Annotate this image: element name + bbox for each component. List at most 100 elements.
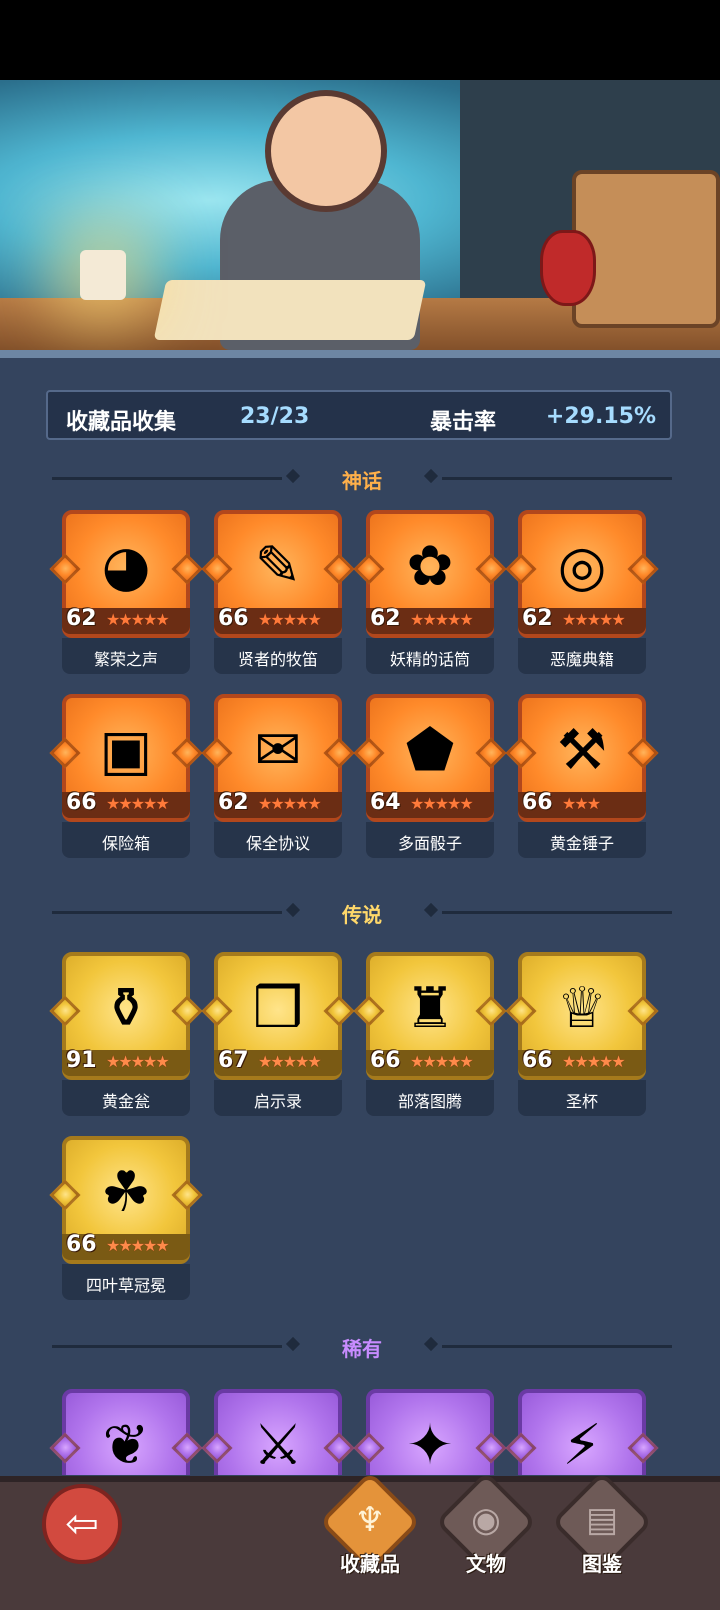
tab-codex[interactable]: ▤ 图鉴 [551,1471,653,1596]
tab-artifacts[interactable]: ◉ 文物 [435,1471,537,1596]
item-level: 62 [218,790,249,815]
demon-book-icon: ◎ [557,533,607,599]
tab-label: 收藏品 [340,1552,400,1576]
item-name: 多面骰子 [397,834,462,853]
item-stars: ★★★★★ [106,610,170,629]
open-book-icon: ❒ [252,975,304,1041]
harp-icon: ♆ [354,1500,386,1540]
item-level: 64 [370,790,401,815]
item-level: 62 [522,606,553,631]
item-stars: ★★★★★ [106,1052,170,1071]
treasure-chest-icon: ▣ [99,717,153,783]
banner-map [153,280,427,340]
vine-icon: ❦ [102,1412,150,1476]
item-level: 66 [66,790,97,815]
banner-frame [0,350,720,358]
bottom-nav: ⇦ ♆ 收藏品 ◉ 文物 ▤ 图鉴 [0,1471,720,1610]
item-stars: ★★★★★ [410,610,474,629]
item-name: 保全协议 [245,834,310,853]
item-level: 62 [370,606,401,631]
item-level: 66 [522,790,553,815]
collectible-item[interactable]: ◎ 62 ★★★★★ 恶魔典籍 [518,510,646,680]
collectible-item[interactable]: ◕ 62 ★★★★★ 繁荣之声 [62,510,190,680]
item-level: 66 [66,1232,97,1257]
section-divider-mythic: 神话 [52,463,672,493]
item-level: 66 [218,606,249,631]
crit-rate-value: +29.15% [545,404,656,429]
item-name: 恶魔典籍 [549,650,614,669]
item-stars: ★★★★★ [106,794,170,813]
song-orb-icon: ◕ [101,533,151,599]
item-level: 67 [218,1048,249,1073]
collectible-item[interactable]: ⚔ [214,1389,342,1475]
collectible-item[interactable]: ⚡ [518,1389,646,1475]
fire-feather-icon: ✦ [406,1412,454,1476]
eye-icon: ◉ [471,1500,501,1540]
item-name: 启示录 [253,1092,302,1111]
item-stars: ★★★★★ [410,1052,474,1071]
fairy-microphone-icon: ✿ [406,533,454,599]
potion-icon [540,230,596,306]
item-name: 贤者的牧笛 [237,650,318,669]
collectible-item[interactable]: ⚒ 66 ★★★ 黄金锤子 [518,694,646,864]
shopkeeper-banner [0,80,720,358]
flute-icon: ✎ [254,533,302,599]
collectible-item[interactable]: ♕ 66 ★★★★★ 圣杯 [518,952,646,1122]
divider-line [442,477,672,480]
item-level: 66 [370,1048,401,1073]
collectible-item[interactable]: ♜ 66 ★★★★★ 部落图腾 [366,952,494,1122]
collection-count: 23/23 [240,404,310,429]
item-stars: ★★★★★ [258,794,322,813]
collection-summary: 收藏品收集 23/23 暴击率 +29.15% [46,390,672,440]
candle-icon [80,250,126,300]
book-icon: ▤ [585,1500,619,1540]
item-name: 四叶草冠冕 [85,1276,166,1295]
item-level: 91 [66,1048,97,1073]
gold-urn-icon: ⚱ [102,975,150,1041]
section-divider-rare: 稀有 [52,1331,672,1361]
item-stars: ★★★★★ [258,610,322,629]
dice-icon: ⬟ [405,717,455,783]
item-stars: ★★★★★ [258,1052,322,1071]
item-name: 繁荣之声 [93,650,158,669]
lightning-card-icon: ⚡ [562,1412,602,1476]
ice-sword-icon: ⚔ [252,1412,304,1476]
item-name: 黄金锤子 [549,834,614,853]
collection-label: 收藏品收集 [66,410,177,435]
item-stars: ★★★★★ [410,794,474,813]
totem-icon: ♜ [404,975,456,1041]
divider-line [442,1345,672,1348]
item-stars: ★★★★★ [562,610,626,629]
item-name: 部落图腾 [397,1092,462,1111]
rare-grid: ❦ ⚔ ✦ ⚡ [0,1385,720,1475]
collectible-item[interactable]: ▣ 66 ★★★★★ 保险箱 [62,694,190,864]
collectible-item[interactable]: ⬟ 64 ★★★★★ 多面骰子 [366,694,494,864]
divider-line [442,911,672,914]
item-level: 66 [522,1048,553,1073]
collectible-item[interactable]: ⚱ 91 ★★★★★ 黄金瓮 [62,952,190,1122]
collectible-item[interactable]: ✉ 62 ★★★★★ 保全协议 [214,694,342,864]
status-bar [0,0,720,80]
collectible-item[interactable]: ❦ [62,1389,190,1475]
scroll-contract-icon: ✉ [254,717,302,783]
section-divider-legend: 传说 [52,897,672,927]
back-arrow-icon: ⇦ [65,1501,99,1547]
collectible-item[interactable]: ✿ 62 ★★★★★ 妖精的话筒 [366,510,494,680]
item-level: 62 [66,606,97,631]
grail-icon: ♕ [556,975,608,1041]
collectible-item[interactable]: ✦ [366,1389,494,1475]
item-name: 黄金瓮 [101,1092,150,1111]
collectible-item[interactable]: ❒ 67 ★★★★★ 启示录 [214,952,342,1122]
item-stars: ★★★ [562,794,601,813]
item-name: 妖精的话筒 [389,650,470,669]
item-stars: ★★★★★ [106,1236,170,1255]
gold-hammer-icon: ⚒ [556,717,608,783]
tab-label: 文物 [466,1552,506,1576]
tab-collectibles[interactable]: ♆ 收藏品 [319,1471,421,1596]
collectible-item[interactable]: ☘ 66 ★★★★★ 四叶草冠冕 [62,1136,190,1306]
crit-rate-label: 暴击率 [429,410,496,435]
clover-crown-icon: ☘ [100,1159,152,1225]
collectible-item[interactable]: ✎ 66 ★★★★★ 贤者的牧笛 [214,510,342,680]
item-name: 保险箱 [101,834,150,853]
back-button[interactable]: ⇦ [42,1484,122,1564]
